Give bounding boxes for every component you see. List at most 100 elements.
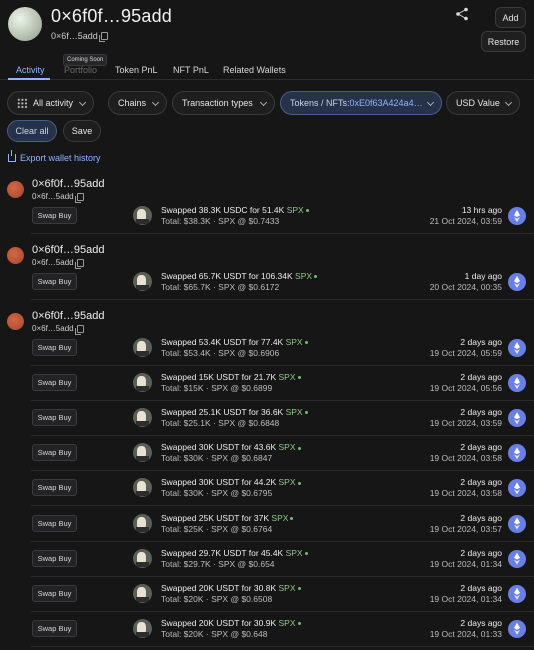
transaction-types-filter[interactable]: Transaction types — [172, 91, 275, 115]
token-symbol-link[interactable]: SPX — [279, 618, 296, 628]
transaction-row[interactable]: Swap Buy Swapped 15K USDT for 21.7K SPX To… — [0, 366, 534, 402]
transaction-date: 19 Oct 2024, 05:59 — [429, 348, 502, 358]
swap-buy-tag[interactable]: Swap Buy — [32, 549, 77, 567]
tab-token-pnl[interactable]: Token PnL — [115, 65, 158, 75]
clear-all-button[interactable]: Clear all — [7, 120, 57, 142]
ethereum-chain-icon[interactable] — [508, 514, 526, 533]
transaction-summary: Swapped 29.7K USDT for 45.4K SPX — [161, 548, 308, 558]
swap-buy-tag[interactable]: Swap Buy — [32, 207, 77, 224]
all-activity-filter[interactable]: All activity — [7, 91, 94, 115]
ethereum-chain-icon[interactable] — [508, 549, 526, 568]
ethereum-chain-icon[interactable] — [508, 409, 526, 428]
swap-buy-tag[interactable]: Swap Buy — [32, 444, 77, 462]
transaction-total: Total: $30K · SPX @ $0.6847 — [161, 453, 273, 464]
chevron-down-icon — [78, 98, 87, 107]
swap-buy-tag[interactable]: Swap Buy — [32, 339, 77, 356]
transaction-row[interactable]: Swap Buy Swapped 25.1K USDT for 36.6K SPX… — [0, 401, 534, 437]
transaction-summary: Swapped 25.1K USDT for 36.6K SPX — [161, 407, 308, 417]
wallet-address: 0×6f…5add — [51, 31, 108, 42]
token-symbol-link[interactable]: SPX — [287, 205, 304, 215]
transaction-relative-time: 13 hrs ago — [461, 205, 502, 215]
ethereum-chain-icon[interactable] — [508, 374, 526, 393]
ethereum-chain-icon[interactable] — [508, 584, 526, 603]
transaction-row[interactable]: Swap Buy Swapped 20K USDT for 30.8K SPX To… — [0, 577, 534, 612]
token-symbol-link[interactable]: SPX — [286, 407, 303, 417]
transaction-date: 19 Oct 2024, 01:34 — [429, 593, 502, 604]
swap-buy-tag[interactable]: Swap Buy — [32, 273, 77, 290]
group-wallet-name[interactable]: 0×6f0f…95add — [32, 178, 104, 190]
swap-buy-tag[interactable]: Swap Buy — [32, 374, 77, 392]
export-icon — [8, 150, 16, 162]
ethereum-chain-icon[interactable] — [508, 273, 526, 291]
add-button[interactable]: Add — [495, 7, 526, 28]
ethereum-chain-icon[interactable] — [508, 619, 526, 638]
tokens-filter-value: 0xE0f63A424a4… — [349, 98, 423, 108]
transaction-total: Total: $25.1K · SPX @ $0.6848 — [161, 418, 280, 429]
ethereum-chain-icon[interactable] — [508, 444, 526, 463]
transaction-total: Total: $65.7K · SPX @ $0.6172 — [161, 282, 280, 292]
transaction-relative-time: 2 days ago — [460, 372, 502, 383]
verified-dot-icon — [304, 341, 308, 345]
chains-filter[interactable]: Chains — [108, 91, 167, 115]
tab-related-wallets[interactable]: Related Wallets — [223, 65, 286, 75]
token-symbol-link[interactable]: SPX — [279, 583, 296, 593]
token-symbol-link[interactable]: SPX — [279, 477, 296, 487]
tab-activity[interactable]: Activity — [16, 65, 45, 75]
group-wallet-name[interactable]: 0×6f0f…95add — [32, 244, 104, 256]
swap-buy-tag[interactable]: Swap Buy — [32, 409, 77, 427]
ethereum-chain-icon[interactable] — [508, 207, 526, 225]
usd-value-label: USD Value — [456, 98, 500, 108]
wallet-avatar — [8, 7, 42, 41]
swap-buy-tag[interactable]: Swap Buy — [32, 584, 77, 602]
transaction-date: 19 Oct 2024, 01:33 — [429, 628, 502, 639]
grid-icon — [17, 97, 28, 109]
restore-button[interactable]: Restore — [481, 31, 526, 52]
transaction-row[interactable]: Swap Buy Swapped 53.4K USDT for 77.4K SPX… — [0, 331, 534, 366]
ethereum-chain-icon[interactable] — [508, 339, 526, 357]
transaction-summary: Swapped 20K USDT for 30.9K SPX — [161, 618, 301, 628]
transaction-description: Swapped 53.4K USDT for 77.4K — [161, 337, 286, 347]
token-symbol-link[interactable]: SPX — [279, 442, 296, 452]
transaction-row[interactable]: Swap Buy Swapped 29.7K USDT for 45.4K SPX… — [0, 542, 534, 577]
transaction-total: Total: $29.7K · SPX @ $0.654 — [161, 558, 275, 569]
transaction-description: Swapped 15K USDT for 21.7K — [161, 372, 279, 383]
transaction-summary: Swapped 25K USDT for 37K SPX — [161, 513, 294, 523]
swap-buy-tag[interactable]: Swap Buy — [32, 619, 77, 637]
transaction-date: 19 Oct 2024, 03:57 — [429, 523, 502, 534]
transaction-date: 19 Oct 2024, 05:56 — [429, 383, 502, 394]
transaction-date: 19 Oct 2024, 03:58 — [429, 488, 502, 499]
transaction-row[interactable]: Swap Buy Swapped 20K USDT for 30.9K SPX To… — [0, 612, 534, 647]
spx-token-icon — [133, 548, 152, 568]
save-button[interactable]: Save — [63, 120, 101, 142]
token-symbol-link[interactable]: SPX — [286, 337, 303, 347]
copy-icon[interactable] — [98, 32, 108, 42]
group-wallet-name[interactable]: 0×6f0f…95add — [32, 310, 104, 322]
tokens-filter[interactable]: Tokens / NFTs: 0xE0f63A424a4… — [280, 91, 442, 115]
tab-portfolio[interactable]: Portfolio — [64, 65, 97, 75]
tab-nft-pnl[interactable]: NFT PnL — [173, 65, 209, 75]
token-symbol-link[interactable]: SPX — [279, 372, 296, 382]
transaction-relative-time: 2 days ago — [460, 337, 502, 347]
wallet-address-text: 0×6f…5add — [51, 31, 98, 41]
transaction-row[interactable]: Swap Buy Swapped 30K USDT for 43.6K SPX To… — [0, 436, 534, 472]
transaction-description: Swapped 38.3K USDC for 51.4K — [161, 205, 287, 215]
swap-buy-tag[interactable]: Swap Buy — [32, 479, 77, 497]
usd-value-filter[interactable]: USD Value — [446, 91, 520, 115]
token-symbol-link[interactable]: SPX — [295, 271, 312, 281]
transaction-row[interactable]: Swap Buy Swapped 30K USDT for 44.2K SPX To… — [0, 471, 534, 507]
token-symbol-link[interactable]: SPX — [271, 513, 288, 523]
transaction-row[interactable]: Swap Buy Swapped 38.3K USDC for 51.4K SPX… — [0, 199, 534, 234]
wallet-header: 0×6f0f…95add 0×6f…5add Add Restore — [0, 0, 534, 60]
share-icon[interactable] — [455, 7, 469, 21]
ethereum-chain-icon[interactable] — [508, 479, 526, 498]
token-symbol-link[interactable]: SPX — [286, 548, 303, 558]
spx-token-icon — [133, 206, 152, 225]
spx-token-icon — [133, 408, 152, 428]
verified-dot-icon — [304, 551, 308, 555]
export-wallet-history-link[interactable]: Export wallet history — [8, 150, 101, 163]
chevron-down-icon — [151, 98, 160, 107]
transaction-row[interactable]: Swap Buy Swapped 25K USDT for 37K SPX Tota… — [0, 507, 534, 542]
verified-dot-icon — [305, 209, 309, 213]
transaction-row[interactable]: Swap Buy Swapped 65.7K USDT for 106.34K S… — [0, 265, 534, 300]
swap-buy-tag[interactable]: Swap Buy — [32, 514, 77, 532]
